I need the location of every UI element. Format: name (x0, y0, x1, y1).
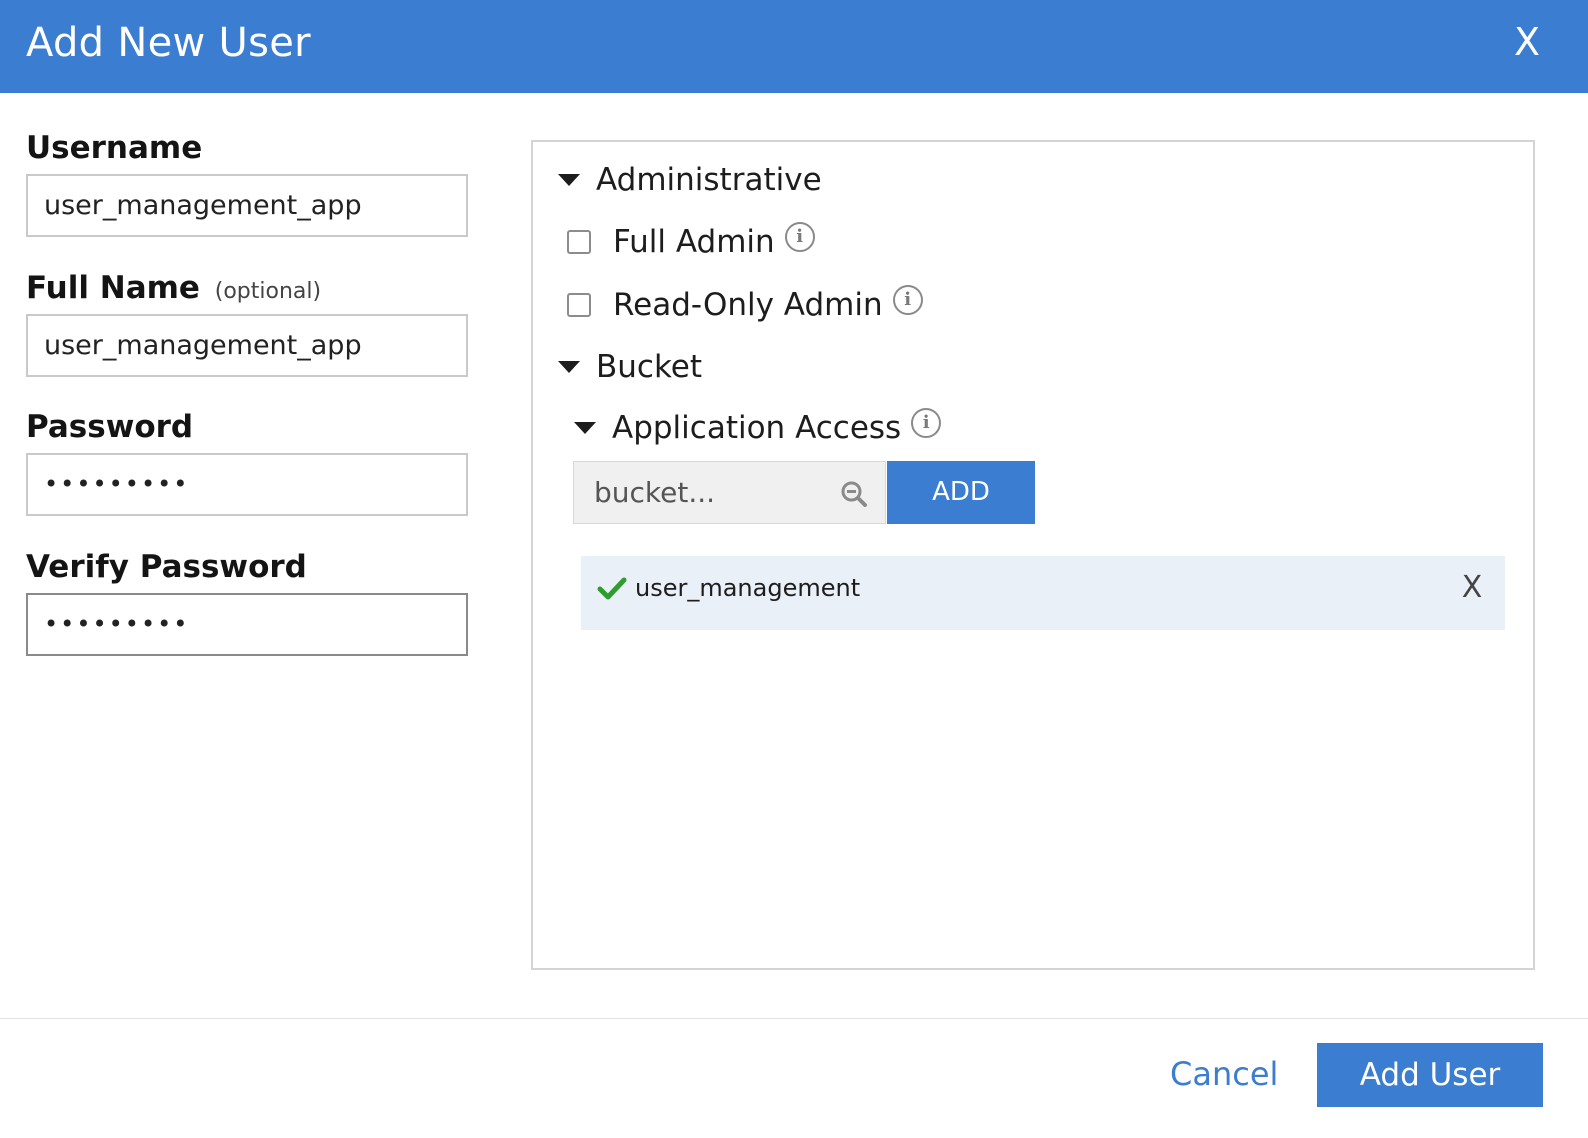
info-icon[interactable]: i (911, 408, 942, 438)
password-label: Password (26, 409, 194, 445)
application-access-title: Application Access (612, 410, 902, 446)
application-access-toggle[interactable]: Application Access i (574, 408, 942, 446)
close-button[interactable]: X (1508, 18, 1546, 66)
cancel-button[interactable]: Cancel (1170, 1055, 1278, 1093)
bucket-list-item: user_management X (581, 556, 1505, 630)
verify-password-input[interactable]: ••••••••• (26, 593, 468, 656)
bucket-section-toggle[interactable]: Bucket (558, 349, 702, 385)
full-admin-checkbox[interactable] (567, 230, 591, 254)
info-icon[interactable]: i (784, 222, 815, 252)
full-admin-label: Full Admin (613, 224, 775, 260)
add-bucket-button[interactable]: ADD (887, 461, 1035, 524)
username-label: Username (26, 130, 203, 166)
full-admin-option: Full Admin i (567, 222, 815, 260)
info-icon[interactable]: i (892, 285, 923, 315)
administrative-section-title: Administrative (596, 162, 822, 198)
bucket-section-title: Bucket (596, 349, 703, 385)
add-user-button[interactable]: Add User (1317, 1043, 1543, 1107)
footer-divider (0, 1018, 1588, 1019)
dialog-header: Add New User X (0, 0, 1588, 93)
checkmark-icon (597, 577, 627, 600)
dialog-title: Add New User (26, 20, 311, 66)
full-name-label-text: Full Name (26, 270, 200, 306)
administrative-section-toggle[interactable]: Administrative (558, 162, 822, 198)
optional-note: (optional) (214, 279, 322, 304)
read-only-admin-option: Read-Only Admin i (567, 285, 923, 323)
caret-down-icon (574, 422, 596, 434)
username-input[interactable]: user_management_app (26, 174, 468, 237)
bucket-name: user_management (635, 574, 861, 602)
read-only-admin-label: Read-Only Admin (613, 287, 883, 323)
remove-bucket-button[interactable]: X (1457, 568, 1487, 608)
bucket-search-input[interactable]: bucket... (573, 461, 886, 524)
password-input[interactable]: ••••••••• (26, 453, 468, 516)
full-name-input[interactable]: user_management_app (26, 314, 468, 377)
read-only-admin-checkbox[interactable] (567, 293, 591, 317)
full-name-label: Full Name (optional) (26, 270, 321, 306)
bucket-search-placeholder: bucket... (594, 476, 716, 509)
verify-password-label: Verify Password (26, 549, 307, 585)
zoom-out-search-icon (841, 481, 867, 507)
permissions-panel (531, 140, 1535, 970)
caret-down-icon (558, 174, 580, 186)
caret-down-icon (558, 361, 580, 373)
